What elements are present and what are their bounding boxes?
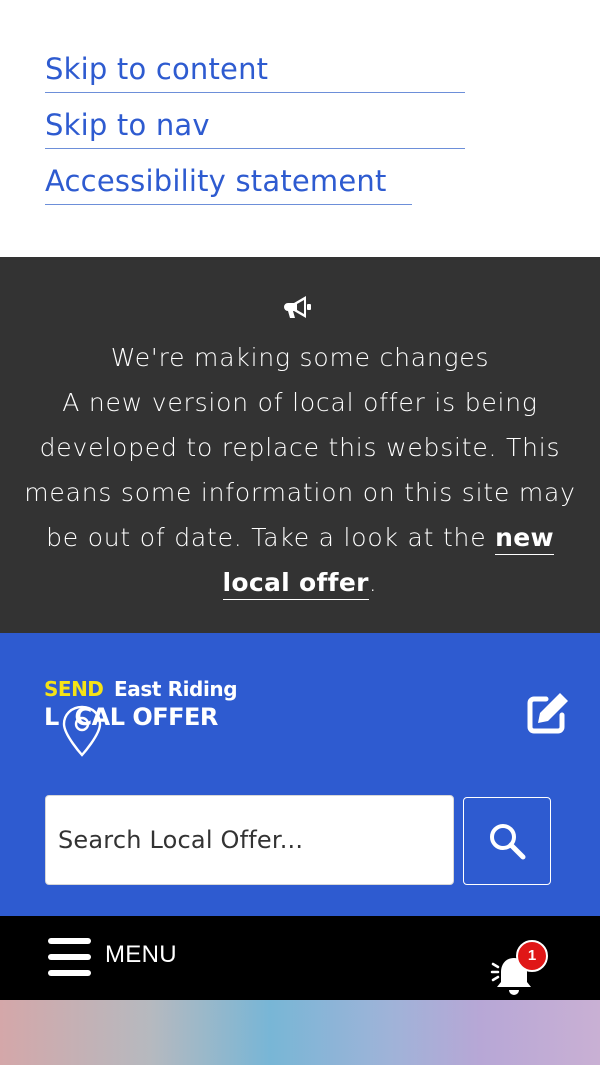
logo-send-text: SEND bbox=[44, 677, 104, 701]
menu-label: MENU bbox=[105, 941, 177, 968]
send-local-offer-logo[interactable]: SEND East Riding L CAL OFFER bbox=[44, 677, 274, 757]
announcement-body: A new version of local offer is being de… bbox=[24, 388, 576, 552]
announcement-suffix: . bbox=[368, 568, 378, 597]
site-header: SEND East Riding L CAL OFFER bbox=[0, 633, 600, 916]
skip-to-content-link[interactable]: Skip to content bbox=[45, 52, 465, 93]
location-pin-icon bbox=[62, 705, 102, 757]
skip-to-nav-link[interactable]: Skip to nav bbox=[45, 108, 465, 149]
search-button[interactable] bbox=[463, 797, 551, 885]
megaphone-icon bbox=[284, 296, 311, 318]
menu-bar: MENU 1 bbox=[0, 916, 600, 1000]
skip-links: Skip to content Skip to nav Accessibilit… bbox=[0, 0, 600, 257]
search-input[interactable] bbox=[45, 795, 454, 885]
announcement-title: We're making some changes bbox=[110, 343, 490, 372]
edit-icon[interactable] bbox=[524, 689, 572, 737]
hamburger-icon bbox=[48, 938, 91, 976]
announcement-banner: We're making some changes A new version … bbox=[0, 257, 600, 633]
search-icon bbox=[490, 824, 526, 860]
notification-badge: 1 bbox=[516, 940, 548, 972]
menu-button[interactable]: MENU bbox=[48, 936, 188, 980]
announcement-text: We're making some changes A new version … bbox=[20, 335, 580, 605]
hero-banner bbox=[0, 1000, 600, 1065]
notifications-button[interactable]: 1 bbox=[490, 940, 554, 996]
logo-east-riding-text: East Riding bbox=[114, 677, 238, 701]
accessibility-statement-link[interactable]: Accessibility statement bbox=[45, 164, 412, 205]
